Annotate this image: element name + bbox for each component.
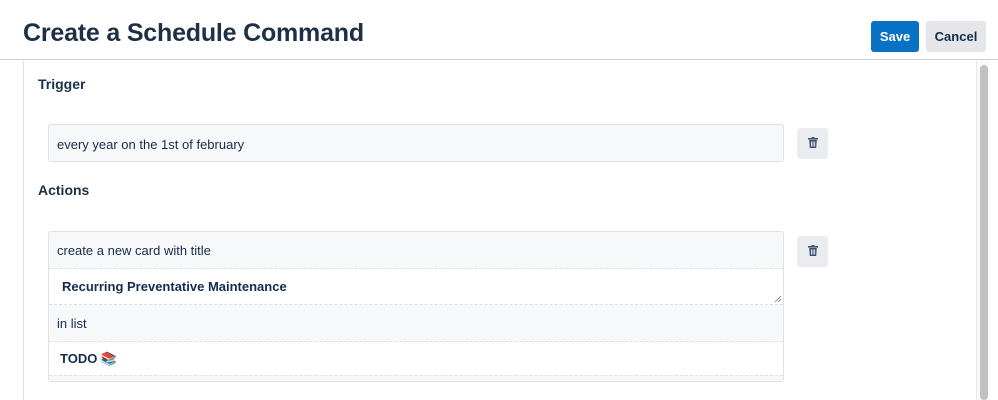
divider (49, 304, 783, 305)
card-title-input[interactable]: Recurring Preventative Maintenance (49, 269, 783, 304)
cancel-button[interactable]: Cancel (926, 21, 986, 52)
create-card-label: create a new card with title (57, 243, 211, 258)
list-name-text: TODO 📚 (60, 351, 118, 366)
page-title: Create a Schedule Command (23, 19, 364, 47)
delete-trigger-button[interactable] (797, 128, 828, 159)
trash-icon (807, 135, 818, 153)
actions-heading: Actions (38, 182, 90, 198)
vertical-scrollbar[interactable] (976, 61, 990, 400)
resize-grip-icon[interactable] (774, 295, 782, 303)
delete-action-button[interactable] (797, 236, 828, 267)
command-editor: Trigger every year on the 1st of februar… (23, 61, 975, 400)
scrollbar-thumb[interactable] (980, 65, 988, 400)
action-card: create a new card with title Recurring P… (48, 231, 784, 382)
divider (49, 375, 783, 376)
save-button[interactable]: Save (871, 21, 919, 52)
trigger-heading: Trigger (38, 76, 86, 92)
list-name-input[interactable]: TODO 📚 (49, 342, 783, 375)
in-list-label: in list (57, 316, 87, 331)
card-title-text: Recurring Preventative Maintenance (62, 279, 287, 294)
header-bar: Create a Schedule Command Save Cancel (0, 0, 998, 60)
trigger-field[interactable]: every year on the 1st of february (48, 124, 784, 162)
trigger-text: every year on the 1st of february (57, 137, 245, 152)
trash-icon (807, 243, 818, 261)
